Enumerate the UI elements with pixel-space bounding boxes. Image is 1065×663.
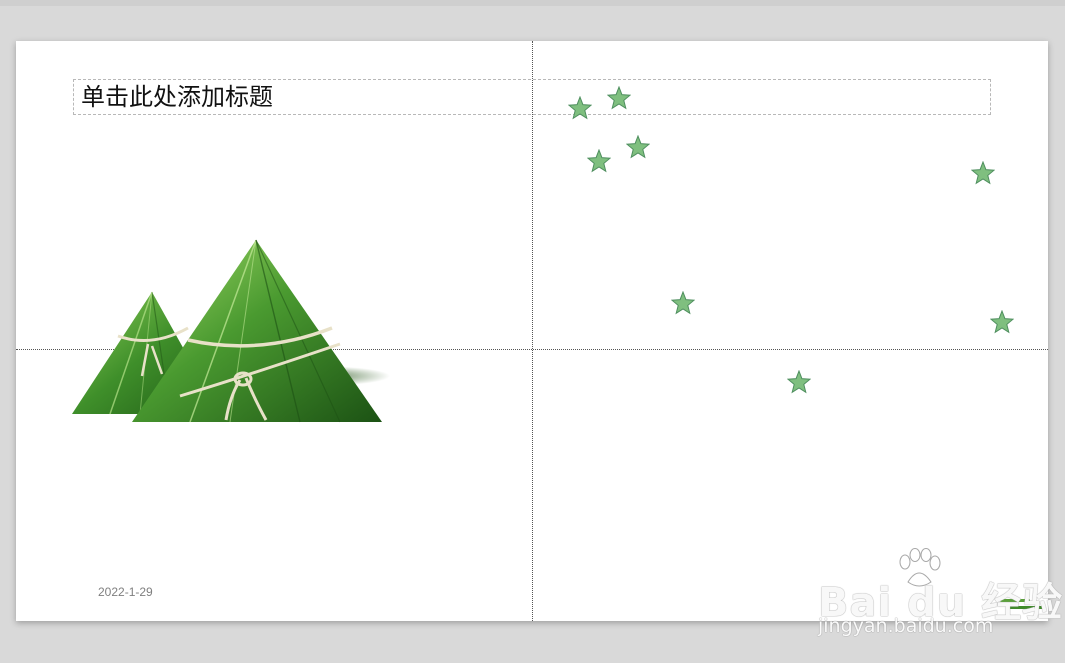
star-icon[interactable] <box>607 86 631 110</box>
star-icon[interactable] <box>787 370 811 394</box>
vertical-guide-line[interactable] <box>532 41 533 621</box>
title-placeholder-box[interactable]: 单击此处添加标题 <box>73 79 991 115</box>
star-icon[interactable] <box>971 161 995 185</box>
star-icon[interactable] <box>671 291 695 315</box>
zongzi-image[interactable] <box>70 236 390 431</box>
star-icon[interactable] <box>568 96 592 120</box>
window-top-strip <box>0 0 1065 6</box>
date-footer[interactable]: 2022-1-29 <box>98 585 153 599</box>
title-placeholder-text: 单击此处添加标题 <box>81 83 273 111</box>
star-icon[interactable] <box>626 135 650 159</box>
slide-canvas[interactable]: 单击此处添加标题 2022-1-29 <box>16 41 1048 621</box>
corner-decoration-icon <box>1000 599 1044 609</box>
star-icon[interactable] <box>587 149 611 173</box>
star-icon[interactable] <box>990 310 1014 334</box>
